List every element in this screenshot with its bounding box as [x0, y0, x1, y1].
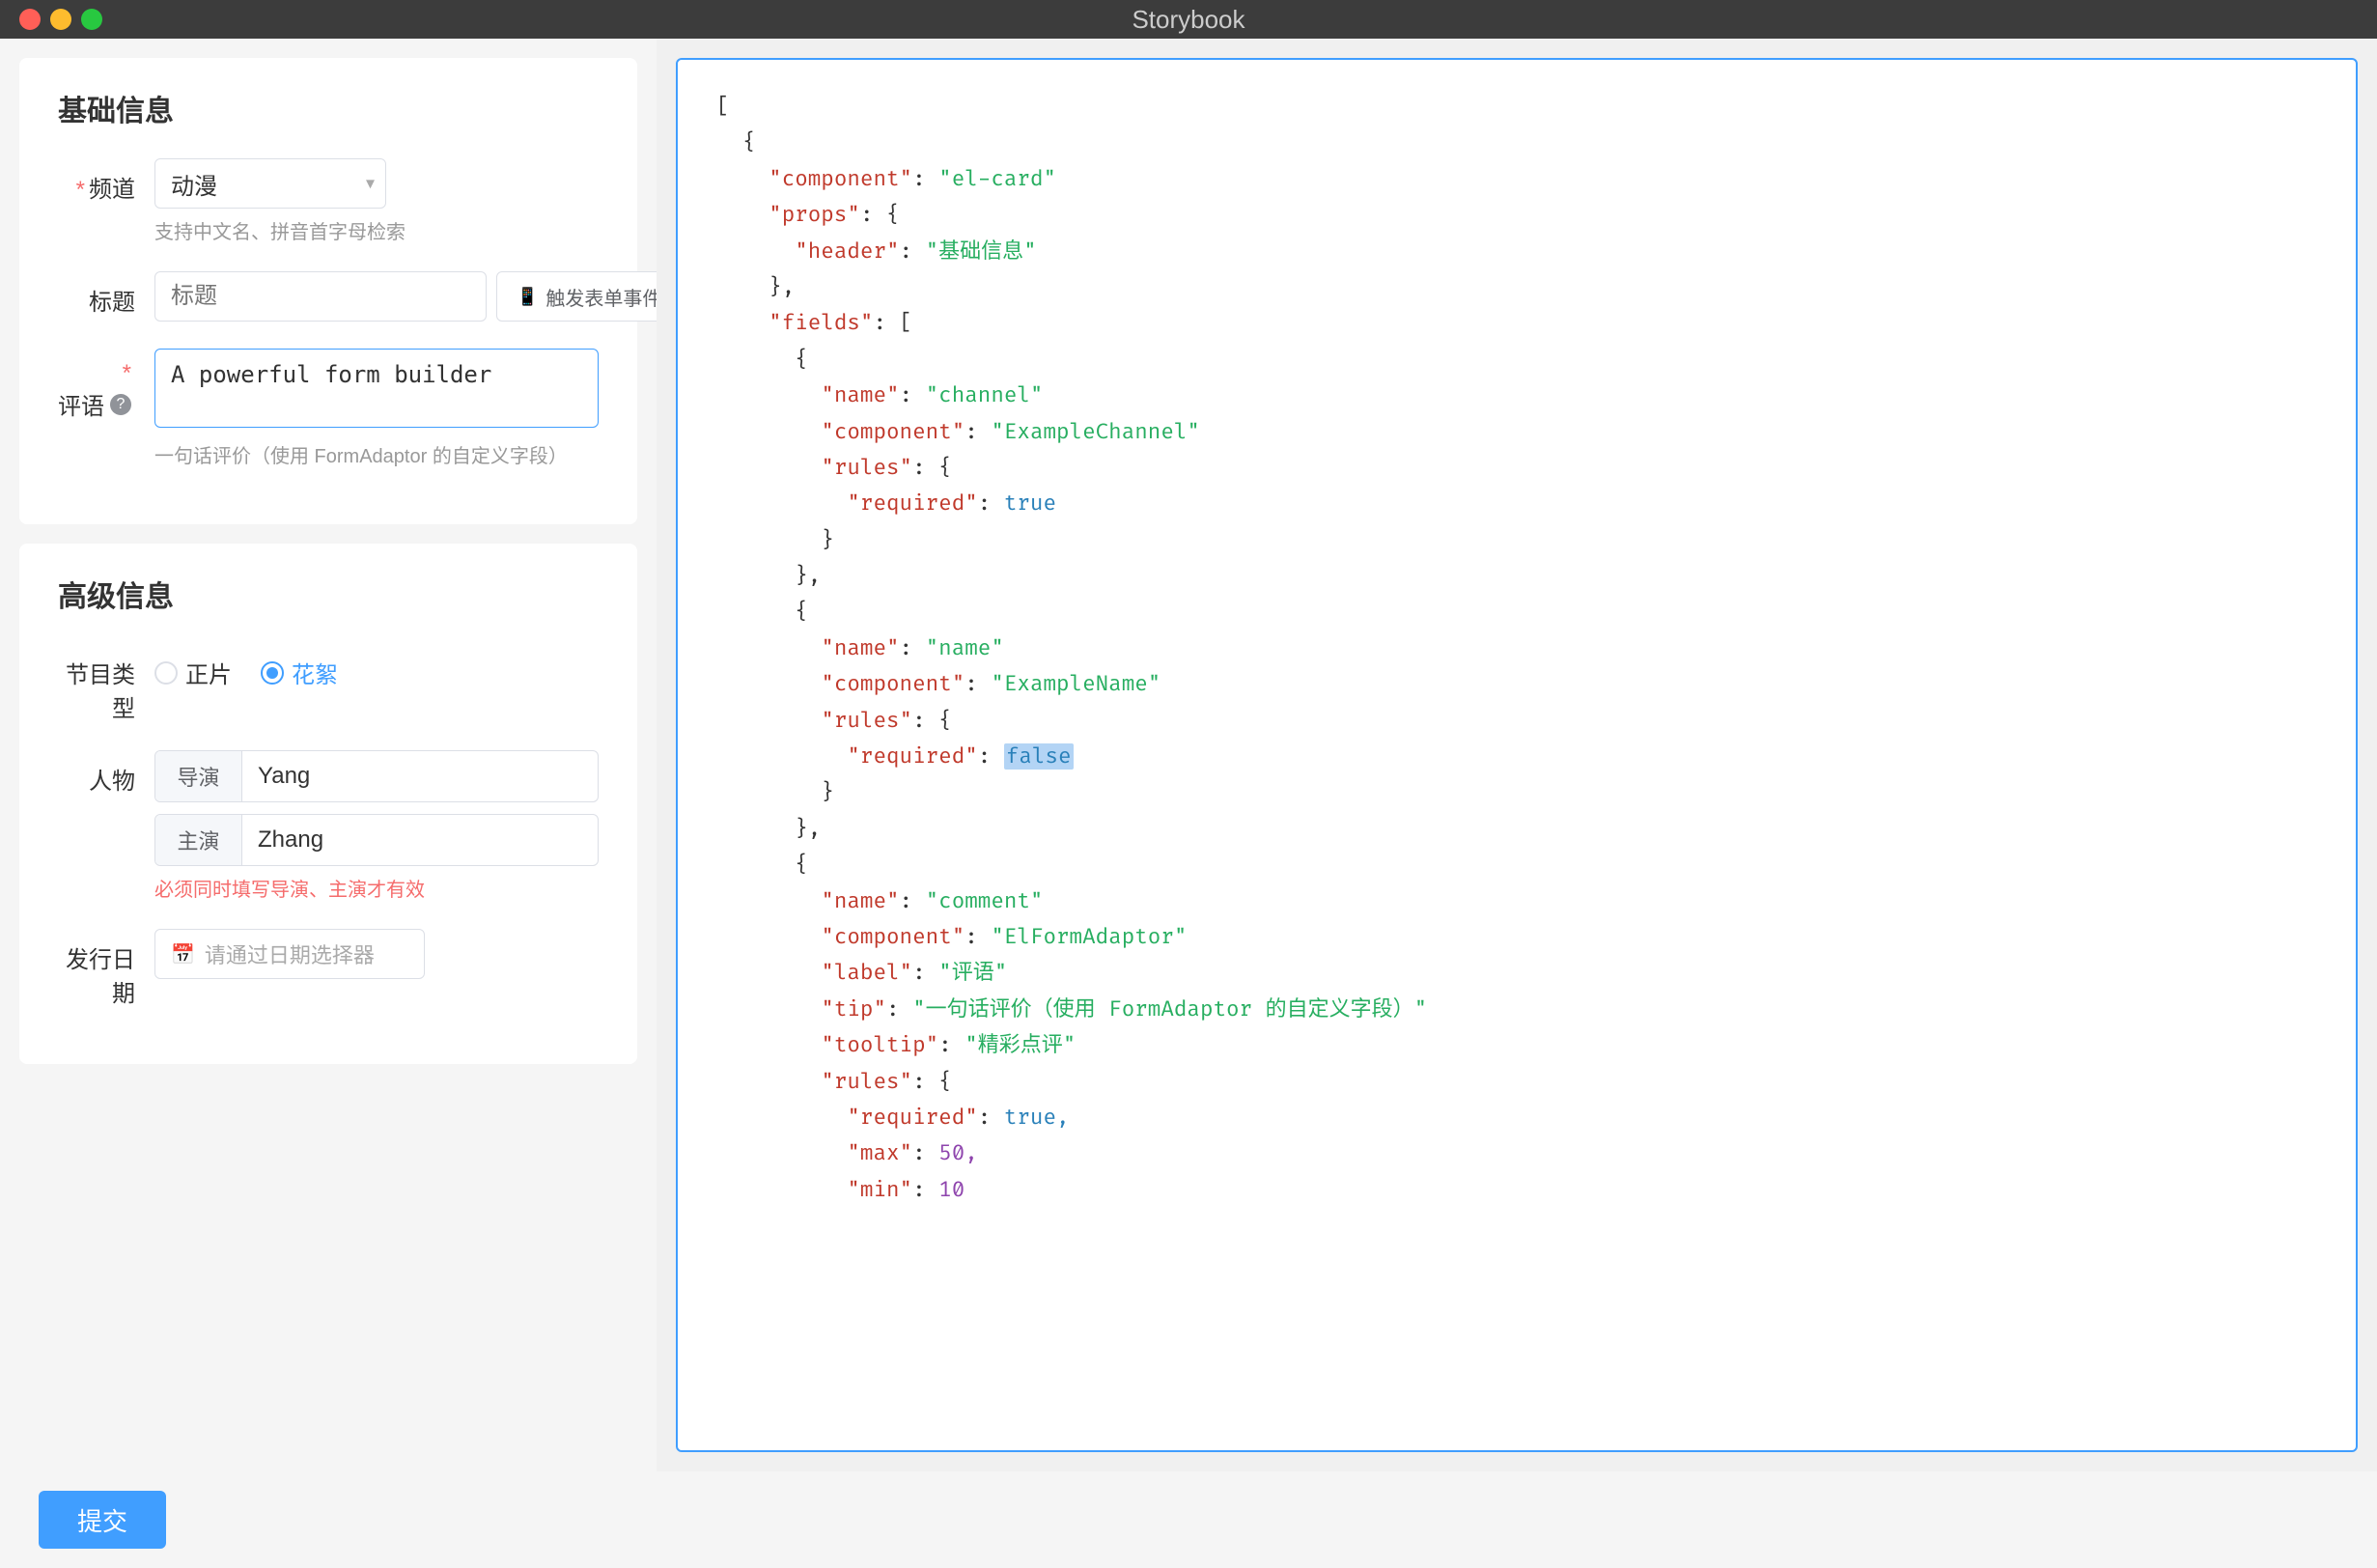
person-field: 人物 导演 主演 必须同时填写导演、主演才有效 [58, 750, 599, 902]
main-content: 基础信息 *频道 动漫 ▾ 支持中文名、拼音首字母检索 [0, 39, 2377, 1471]
date-placeholder: 请通过日期选择器 [205, 938, 375, 969]
comment-hint: 一句话评价（使用 FormAdaptor 的自定义字段） [154, 440, 599, 468]
date-picker[interactable]: 📅 请通过日期选择器 [154, 929, 425, 979]
required-star: * [76, 177, 85, 203]
comment-label-text: 评语 ? [58, 387, 135, 421]
chevron-down-icon: ▾ [366, 174, 375, 194]
radio-group: 正片 花絮 [154, 644, 599, 689]
required-star-comment: * [123, 360, 131, 386]
person-content: 导演 主演 必须同时填写导演、主演才有效 [154, 750, 599, 902]
actor-tag: 主演 [155, 815, 242, 865]
title-label: 标题 [58, 271, 154, 317]
radio-zhengpian[interactable]: 正片 [154, 656, 232, 689]
basic-info-card: 基础信息 *频道 动漫 ▾ 支持中文名、拼音首字母检索 [19, 58, 637, 524]
actor-row: 主演 [154, 814, 599, 866]
program-type-content: 正片 花絮 [154, 644, 599, 689]
json-editor[interactable]: [ { "component": "el-card" "props": { "h… [676, 58, 2358, 1452]
trigger-icon: 📱 [517, 287, 538, 307]
radio-outer-zhengpian [154, 661, 178, 685]
date-field: 发行日期 📅 请通过日期选择器 [58, 929, 599, 1008]
radio-huaxu[interactable]: 花絮 [261, 656, 338, 689]
comment-content: A powerful form builder 一句话评价（使用 FormAda… [154, 349, 599, 468]
program-type-label: 节目类型 [58, 644, 154, 723]
window-title: Storybook [1132, 5, 1244, 35]
advanced-info-card: 高级信息 节目类型 正片 花絮 [19, 544, 637, 1064]
channel-label: *频道 [58, 158, 154, 204]
comment-label: * 评语 ? [58, 349, 154, 421]
left-panel: 基础信息 *频道 动漫 ▾ 支持中文名、拼音首字母检索 [0, 39, 657, 1471]
advanced-info-title: 高级信息 [58, 573, 599, 615]
tooltip-icon[interactable]: ? [110, 394, 131, 415]
titlebar: Storybook [0, 0, 2377, 39]
traffic-lights [19, 9, 102, 30]
person-hint: 必须同时填写导演、主演才有效 [154, 874, 599, 902]
date-content: 📅 请通过日期选择器 [154, 929, 599, 979]
fullscreen-button[interactable] [81, 9, 102, 30]
right-panel: [ { "component": "el-card" "props": { "h… [657, 39, 2377, 1471]
comment-textarea[interactable]: A powerful form builder [154, 349, 599, 428]
title-content: 📱 触发表单事件 [154, 271, 657, 322]
trigger-event-button[interactable]: 📱 触发表单事件 [496, 271, 657, 322]
calendar-icon: 📅 [171, 942, 195, 966]
basic-info-title: 基础信息 [58, 87, 599, 129]
channel-hint: 支持中文名、拼音首字母检索 [154, 216, 599, 244]
comment-field: * 评语 ? A powerful form builder 一句话评价（使用 … [58, 349, 599, 468]
title-input-group: 📱 触发表单事件 [154, 271, 657, 322]
radio-label-zhengpian: 正片 [185, 656, 232, 689]
submit-button[interactable]: 提交 [39, 1491, 166, 1549]
person-group: 导演 主演 [154, 750, 599, 866]
person-label: 人物 [58, 750, 154, 796]
minimize-button[interactable] [50, 9, 71, 30]
channel-content: 动漫 ▾ 支持中文名、拼音首字母检索 [154, 158, 599, 244]
title-input[interactable] [154, 271, 487, 322]
radio-outer-huaxu [261, 661, 284, 685]
radio-label-huaxu: 花絮 [292, 656, 338, 689]
radio-inner-huaxu [266, 667, 278, 679]
date-label: 发行日期 [58, 929, 154, 1008]
title-field: 标题 📱 触发表单事件 [58, 271, 599, 322]
program-type-field: 节目类型 正片 花絮 [58, 644, 599, 723]
director-input[interactable] [242, 751, 598, 801]
actor-input[interactable] [242, 815, 598, 865]
director-tag: 导演 [155, 751, 242, 801]
channel-field: *频道 动漫 ▾ 支持中文名、拼音首字母检索 [58, 158, 599, 244]
bottom-bar: 提交 [0, 1471, 2377, 1568]
channel-select-control[interactable]: 动漫 [154, 158, 386, 209]
channel-select[interactable]: 动漫 ▾ [154, 158, 386, 209]
director-row: 导演 [154, 750, 599, 802]
close-button[interactable] [19, 9, 41, 30]
